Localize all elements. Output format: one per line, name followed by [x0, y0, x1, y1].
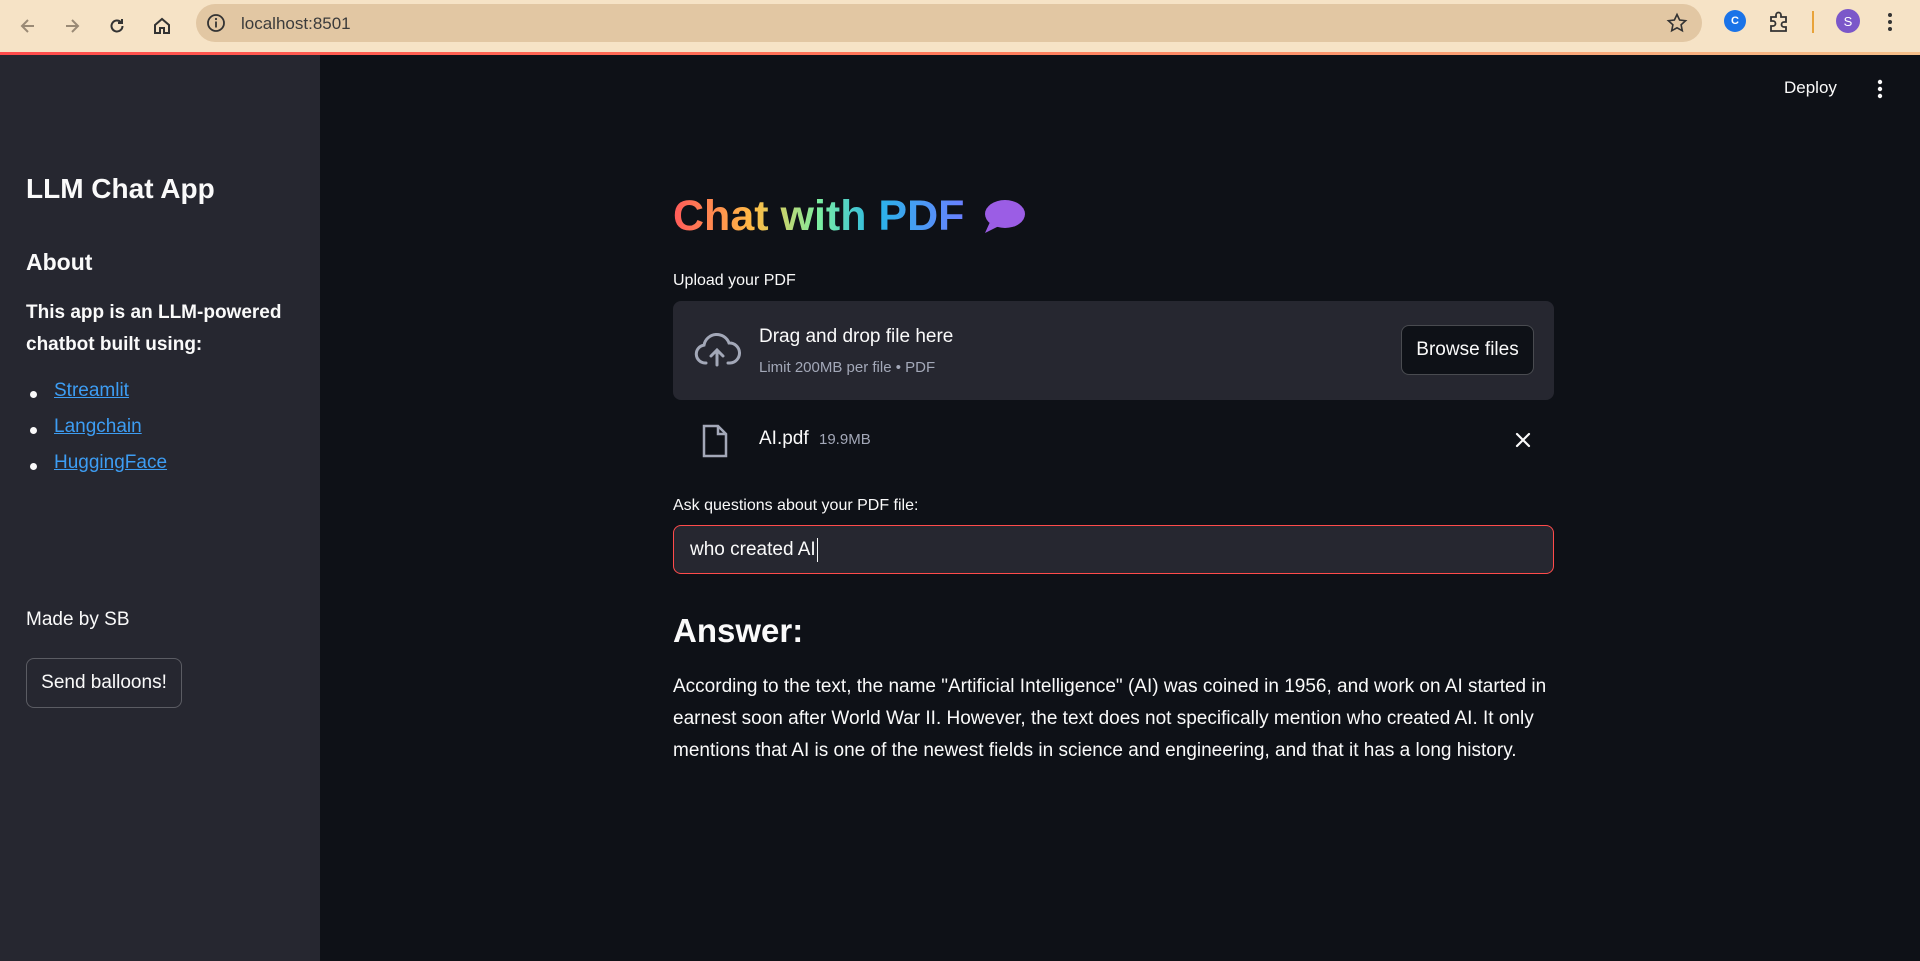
browse-files-button[interactable]: Browse files: [1401, 325, 1534, 375]
extensions-puzzle-icon[interactable]: [1766, 9, 1792, 35]
huggingface-link[interactable]: HuggingFace: [54, 452, 167, 473]
list-item: Langchain: [26, 416, 167, 452]
home-button[interactable]: [146, 10, 178, 42]
file-icon: [702, 424, 728, 458]
page-title-text: Chat with PDF: [673, 192, 965, 240]
browser-menu-icon[interactable]: [1882, 10, 1898, 34]
file-name: AI.pdf: [759, 428, 809, 449]
uploaded-file-item: AI.pdf 19.9MB: [673, 418, 1554, 462]
cloud-upload-icon: [694, 332, 741, 367]
deploy-button[interactable]: Deploy: [1784, 78, 1837, 98]
back-arrow-icon: [20, 19, 34, 33]
site-info-icon[interactable]: [206, 13, 226, 33]
back-button[interactable]: [12, 10, 44, 42]
streamlit-link[interactable]: Streamlit: [54, 380, 129, 401]
reload-icon: [110, 19, 124, 33]
list-item: Streamlit: [26, 380, 167, 416]
url-text: localhost:8501: [241, 14, 351, 33]
address-bar[interactable]: localhost:8501: [196, 4, 1702, 42]
forward-button[interactable]: [56, 10, 88, 42]
forward-arrow-icon: [66, 19, 80, 33]
page-title: Chat with PDF: [673, 192, 1026, 241]
sidebar-title: LLM Chat App: [26, 173, 215, 204]
file-dropzone[interactable]: Drag and drop file here Limit 200MB per …: [673, 301, 1554, 400]
profile-avatar[interactable]: S: [1836, 9, 1860, 33]
about-description: This app is an LLM-powered chatbot built…: [26, 302, 282, 355]
bookmark-star-icon[interactable]: [1666, 12, 1688, 34]
question-input-value: who created AI: [690, 538, 816, 560]
file-size: 19.9MB: [819, 431, 871, 448]
main-menu-icon[interactable]: [1872, 78, 1888, 100]
dropzone-limit-text: Limit 200MB per file • PDF: [759, 359, 936, 376]
question-label: Ask questions about your PDF file:: [673, 497, 919, 514]
text-caret: [816, 537, 818, 562]
browser-toolbar: localhost:8501 C S: [0, 0, 1920, 52]
home-icon: [154, 17, 170, 34]
send-balloons-button[interactable]: Send balloons!: [26, 658, 182, 708]
list-item: HuggingFace: [26, 452, 167, 488]
speech-bubble-icon: [985, 199, 1026, 233]
answer-text: According to the text, the name "Artific…: [673, 676, 1547, 761]
sidebar: LLM Chat App About This app is an LLM-po…: [0, 55, 320, 961]
upload-label: Upload your PDF: [673, 272, 796, 289]
dropzone-main-text: Drag and drop file here: [759, 326, 954, 347]
langchain-link[interactable]: Langchain: [54, 416, 142, 437]
about-heading: About: [26, 249, 93, 275]
tech-links-list: Streamlit Langchain HuggingFace: [26, 380, 167, 488]
made-by-text: Made by SB: [26, 609, 130, 630]
answer-heading: Answer:: [673, 612, 804, 649]
toolbar-divider: [1812, 11, 1814, 33]
remove-file-icon[interactable]: [1511, 428, 1535, 452]
question-input[interactable]: who created AI: [673, 525, 1554, 574]
extension-icon[interactable]: C: [1724, 10, 1746, 32]
reload-button[interactable]: [101, 10, 133, 42]
